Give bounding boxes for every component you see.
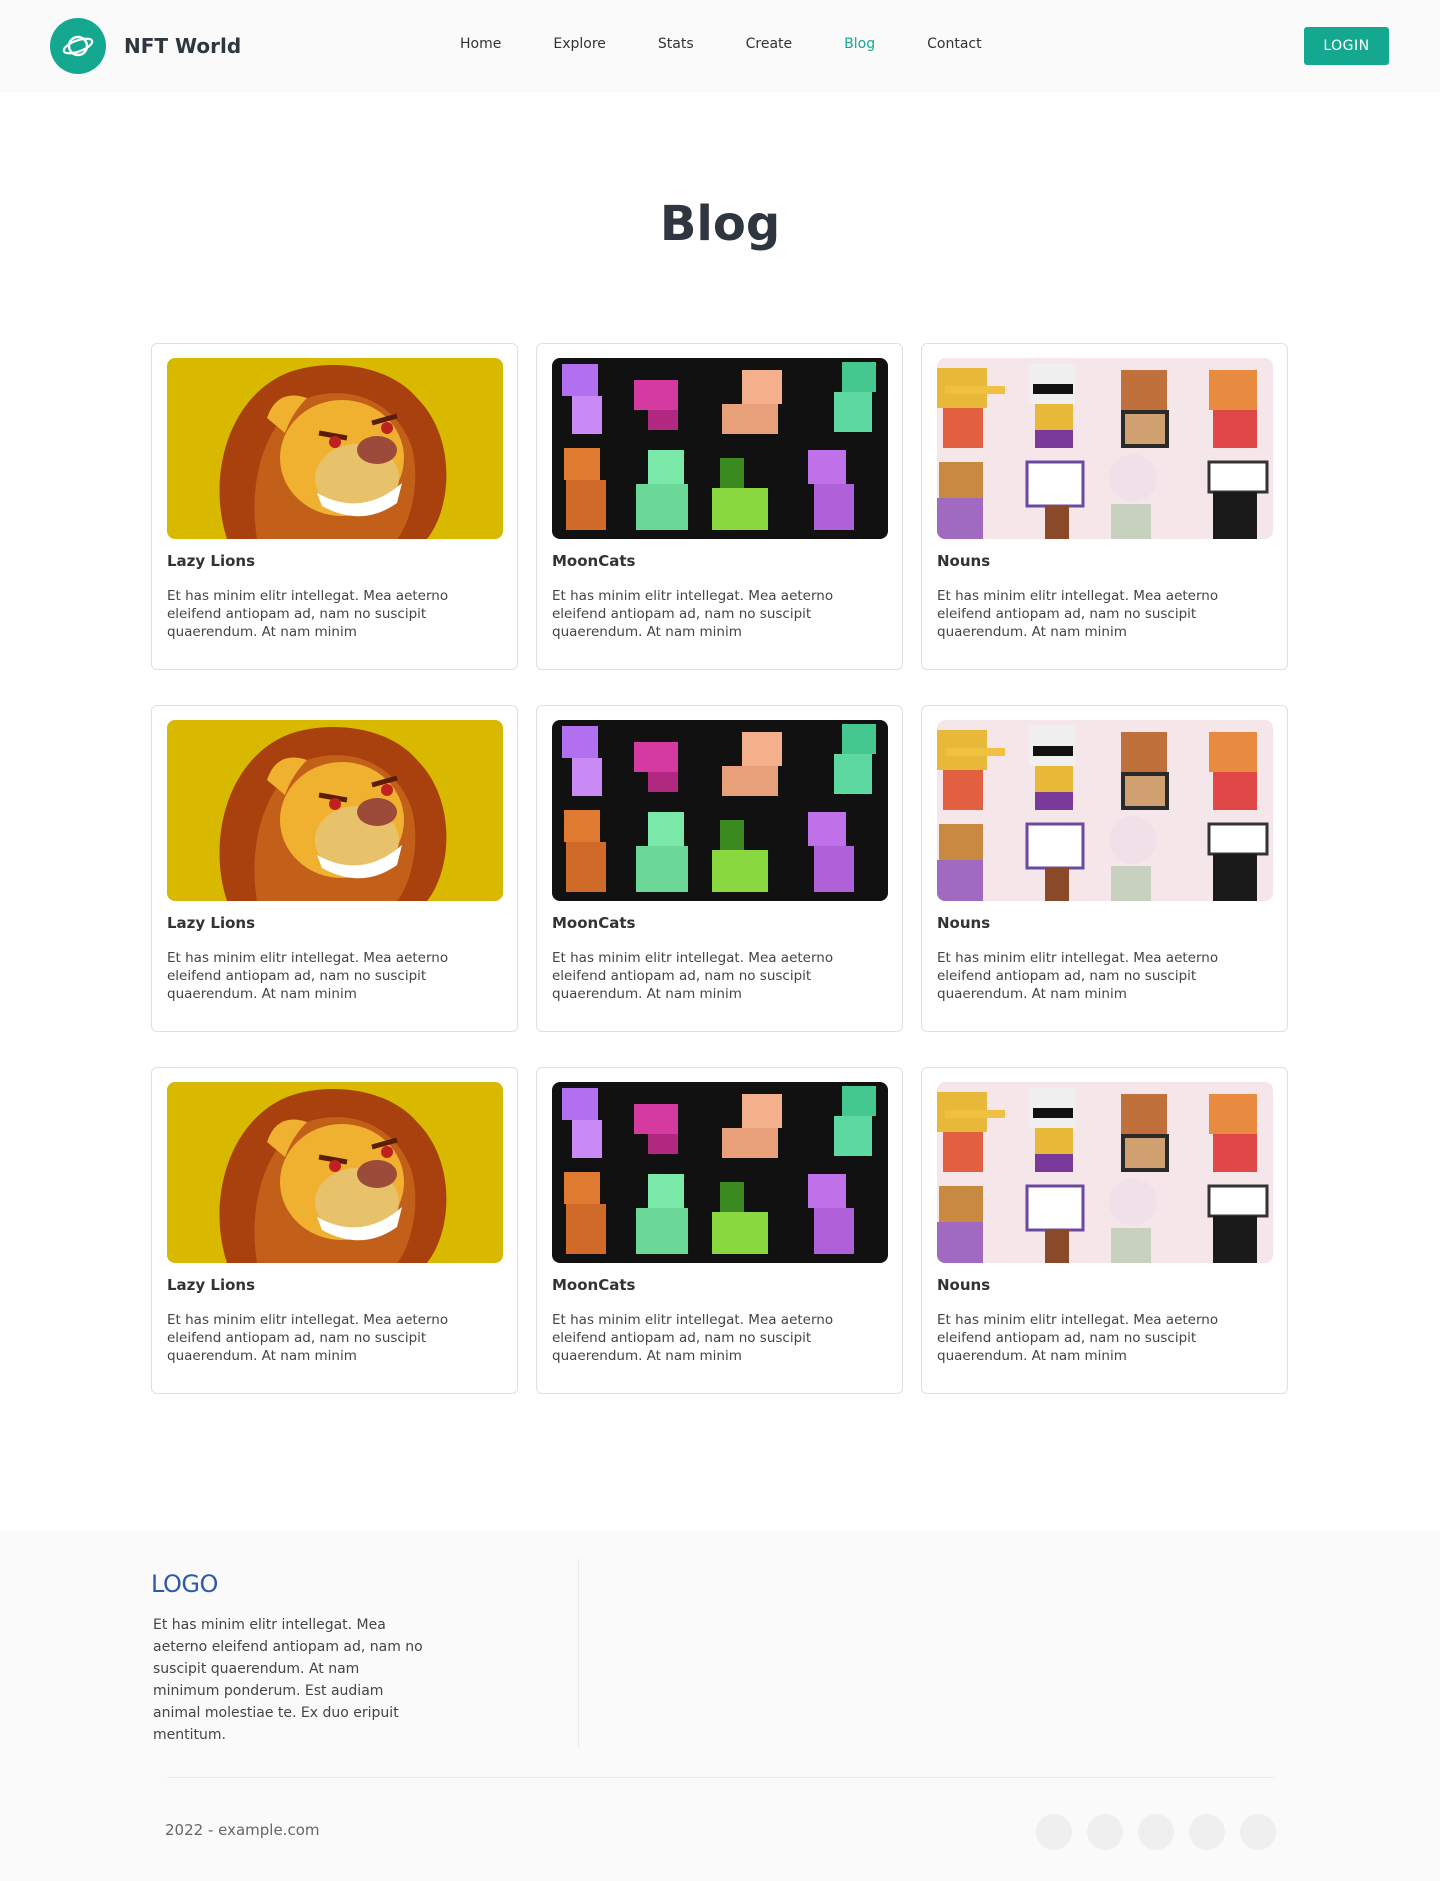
cats-image [552,358,888,539]
card-title: Lazy Lions [167,1276,256,1294]
planet-logo-icon [50,18,106,74]
site-header: NFT World Home Explore Stats Create Blog… [0,0,1440,92]
nav-home[interactable]: Home [460,36,501,52]
brand[interactable]: NFT World [50,18,241,74]
nav-create[interactable]: Create [746,36,793,52]
social-icon-2[interactable] [1087,1814,1123,1850]
blog-card[interactable]: MoonCats Et has minim elitr intellegat. … [536,705,903,1032]
card-title: MoonCats [552,1276,636,1294]
card-excerpt: Et has minim elitr intellegat. Mea aeter… [937,1312,1219,1364]
card-title: Lazy Lions [167,914,256,932]
site-footer: LOGO Et has minim elitr intellegat. Mea … [0,1530,1440,1881]
card-title: MoonCats [552,552,636,570]
card-excerpt: Et has minim elitr intellegat. Mea aeter… [167,1312,449,1364]
card-excerpt: Et has minim elitr intellegat. Mea aeter… [167,950,449,1002]
lion-image [167,1082,503,1263]
blog-card[interactable]: Nouns Et has minim elitr intellegat. Mea… [921,705,1288,1032]
card-excerpt: Et has minim elitr intellegat. Mea aeter… [937,588,1219,640]
login-button[interactable]: LOGIN [1304,27,1389,65]
blog-grid: Lazy Lions Et has minim elitr intellegat… [151,343,1289,1394]
social-icon-5[interactable] [1240,1814,1276,1850]
blog-card[interactable]: Lazy Lions Et has minim elitr intellegat… [151,343,518,670]
blog-card[interactable]: MoonCats Et has minim elitr intellegat. … [536,1067,903,1394]
blog-card[interactable]: Nouns Et has minim elitr intellegat. Mea… [921,1067,1288,1394]
cats-image [552,1082,888,1263]
card-title: Nouns [937,1276,991,1294]
footer-copyright: 2022 - example.com [165,1821,320,1839]
lion-image [167,358,503,539]
blog-card[interactable]: Nouns Et has minim elitr intellegat. Mea… [921,343,1288,670]
cats-image [552,720,888,901]
lion-image [167,720,503,901]
social-icon-1[interactable] [1036,1814,1072,1850]
nouns-image [937,358,1273,539]
social-icon-4[interactable] [1189,1814,1225,1850]
nav-explore[interactable]: Explore [553,36,606,52]
card-title: MoonCats [552,914,636,932]
card-excerpt: Et has minim elitr intellegat. Mea aeter… [552,588,834,640]
social-links [1036,1814,1291,1850]
footer-divider-horizontal [167,1777,1274,1778]
footer-logo[interactable]: LOGO [151,1570,218,1598]
nouns-image [937,720,1273,901]
page-title: Blog [659,196,781,252]
blog-card[interactable]: MoonCats Et has minim elitr intellegat. … [536,343,903,670]
main-nav: Home Explore Stats Create Blog Contact [460,36,1034,52]
nav-blog[interactable]: Blog [844,36,875,52]
nouns-image [937,1082,1273,1263]
brand-name: NFT World [124,34,242,58]
card-excerpt: Et has minim elitr intellegat. Mea aeter… [937,950,1219,1002]
social-icon-3[interactable] [1138,1814,1174,1850]
blog-card[interactable]: Lazy Lions Et has minim elitr intellegat… [151,705,518,1032]
blog-card[interactable]: Lazy Lions Et has minim elitr intellegat… [151,1067,518,1394]
card-excerpt: Et has minim elitr intellegat. Mea aeter… [552,1312,834,1364]
card-title: Lazy Lions [167,552,256,570]
nav-contact[interactable]: Contact [927,36,981,52]
card-excerpt: Et has minim elitr intellegat. Mea aeter… [552,950,834,1002]
nav-stats[interactable]: Stats [658,36,694,52]
card-title: Nouns [937,552,991,570]
card-excerpt: Et has minim elitr intellegat. Mea aeter… [167,588,449,640]
card-title: Nouns [937,914,991,932]
footer-description: Et has minim elitr intellegat. Mea aeter… [153,1617,423,1743]
footer-divider-vertical [578,1558,579,1748]
